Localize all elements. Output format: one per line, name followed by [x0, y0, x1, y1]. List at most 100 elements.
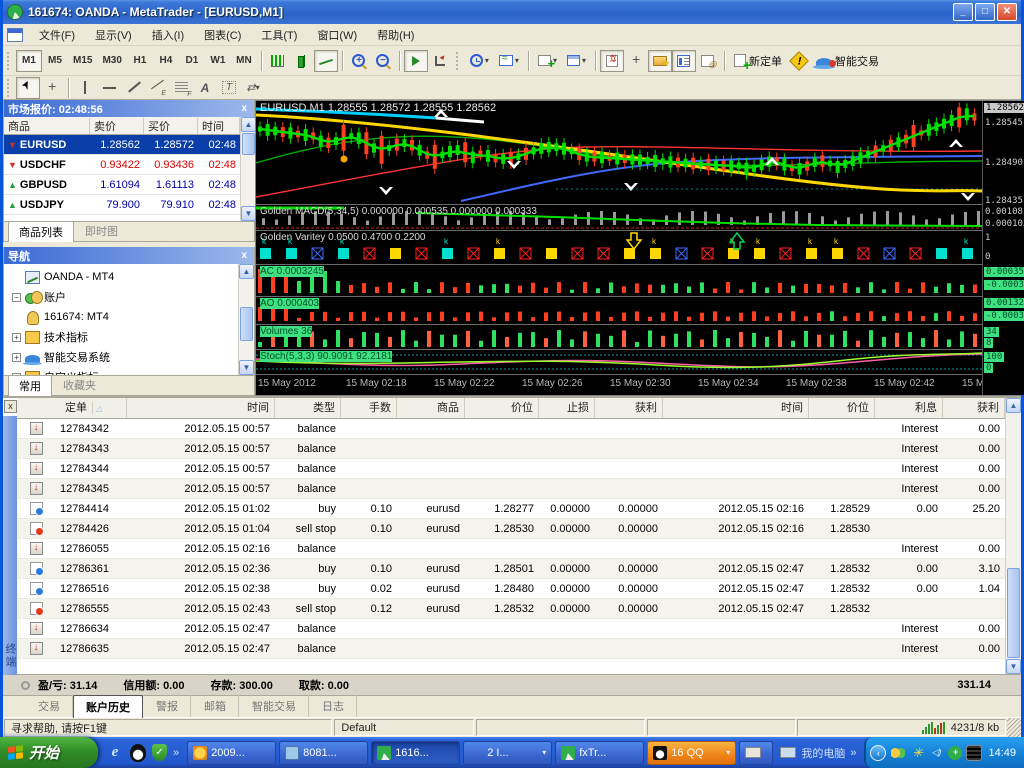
- crosshair-tool-icon[interactable]: +: [40, 77, 64, 99]
- history-row[interactable]: 12784414 2012.05.15 01:02 buy 0.10 eurus…: [17, 499, 1005, 519]
- internet-explorer-icon[interactable]: e: [106, 744, 124, 762]
- timeframe-button[interactable]: M30: [97, 50, 126, 72]
- menu-item[interactable]: 文件(F): [29, 24, 85, 46]
- scroll-down-icon[interactable]: ▼: [241, 206, 256, 221]
- resize-grip[interactable]: [1007, 718, 1021, 737]
- navigator-item[interactable]: − 账户: [8, 287, 238, 307]
- navigator-item[interactable]: + 智能交易系统: [8, 347, 238, 367]
- tick-chart-icon[interactable]: [600, 50, 624, 72]
- scroll-down-icon[interactable]: ▼: [1006, 659, 1021, 674]
- price-chart[interactable]: EURUSD,M1 1.28555 1.28572 1.28555 1.2856…: [256, 101, 982, 204]
- menu-item[interactable]: 图表(C): [194, 24, 251, 46]
- tray-collapse-icon[interactable]: ‹: [870, 745, 886, 761]
- task-button[interactable]: 1616...: [371, 741, 460, 765]
- keyboard-layout-button[interactable]: [739, 741, 773, 765]
- terminal-tab[interactable]: 账户历史: [73, 695, 143, 718]
- period-clock-icon[interactable]: ▾: [465, 50, 494, 72]
- timeframe-button[interactable]: D1: [179, 50, 205, 72]
- template-icon[interactable]: ▾: [494, 50, 524, 72]
- history-row[interactable]: 12784344 2012.05.15 00:57 balance: [17, 459, 1005, 479]
- minimize-button[interactable]: _: [953, 3, 973, 21]
- zoom-out-icon[interactable]: −: [371, 50, 395, 72]
- bar-chart-icon[interactable]: [266, 50, 290, 72]
- qq-icon[interactable]: [130, 744, 146, 762]
- market-watch-row[interactable]: ▼USDCHF 0.93422 0.93436 02:48: [4, 155, 240, 175]
- new-order-button[interactable]: 新定单: [729, 50, 787, 72]
- market-watch-scrollbar[interactable]: ▲ ▼: [240, 117, 256, 221]
- my-computer-button[interactable]: 我的电脑 »: [776, 745, 860, 761]
- market-watch-icon[interactable]: [672, 50, 696, 72]
- history-row[interactable]: 12784345 2012.05.15 00:57 balance: [17, 479, 1005, 499]
- tree-expander-icon[interactable]: +: [12, 333, 21, 342]
- navigator-tab[interactable]: 常用: [8, 375, 52, 396]
- scroll-up-icon[interactable]: ▲: [241, 117, 256, 132]
- zoom-in-icon[interactable]: +: [347, 50, 371, 72]
- channel-icon[interactable]: [145, 77, 169, 99]
- line-chart-icon[interactable]: [314, 50, 338, 72]
- navigator-close-icon[interactable]: x: [238, 250, 250, 261]
- text-label-icon[interactable]: T: [217, 77, 241, 99]
- timeframe-button[interactable]: H1: [127, 50, 153, 72]
- start-button[interactable]: 开始: [0, 737, 98, 768]
- menu-item[interactable]: 显示(V): [85, 24, 142, 46]
- toolbar-grip[interactable]: [7, 52, 12, 70]
- scroll-up-icon[interactable]: ▲: [239, 264, 254, 279]
- expert-advisor-button[interactable]: 智能交易: [811, 50, 884, 72]
- history-row[interactable]: 12786055 2012.05.15 02:16 balance: [17, 539, 1005, 559]
- fibonacci-icon[interactable]: [169, 77, 193, 99]
- time-axis[interactable]: 15 May 201215 May 02:1815 May 02:2215 Ma…: [256, 374, 982, 392]
- history-row[interactable]: 12786634 2012.05.15 02:47 balance: [17, 619, 1005, 639]
- chart-shift-icon[interactable]: [428, 50, 452, 72]
- antivirus-shield-icon[interactable]: ✓: [152, 744, 167, 761]
- text-icon[interactable]: A: [193, 77, 217, 99]
- toolbar-grip[interactable]: [456, 52, 461, 70]
- favorites-folder-icon[interactable]: [648, 50, 672, 72]
- ac-subwindow[interactable]: AC 0.0003245: [256, 264, 982, 296]
- tray-star-icon[interactable]: ✳: [910, 746, 924, 760]
- terminal-tab[interactable]: 智能交易: [239, 694, 309, 717]
- terminal-side-strip[interactable]: 终端: [3, 416, 17, 675]
- horizontal-line-icon[interactable]: [97, 77, 121, 99]
- terminal-tab[interactable]: 交易: [25, 694, 73, 717]
- tree-expander-icon[interactable]: +: [12, 353, 21, 362]
- menu-item[interactable]: 工具(T): [251, 24, 307, 46]
- market-watch-row[interactable]: ▼EURUSD 1.28562 1.28572 02:48: [4, 135, 240, 155]
- navigator-item[interactable]: 161674: MT4: [8, 307, 238, 327]
- maximize-button[interactable]: □: [975, 3, 995, 21]
- navigator-item[interactable]: OANDA - MT4: [8, 267, 238, 287]
- volumes-subwindow[interactable]: Volumes 36: [256, 324, 982, 349]
- new-chart-icon[interactable]: ▾: [533, 50, 562, 72]
- candlestick-chart-icon[interactable]: [290, 50, 314, 72]
- navigator-scrollbar[interactable]: ▲ ▼: [238, 264, 254, 375]
- timeframe-button[interactable]: H4: [153, 50, 179, 72]
- history-row[interactable]: 12786555 2012.05.15 02:43 sell stop 0.12…: [17, 599, 1005, 619]
- trendline-icon[interactable]: [121, 77, 145, 99]
- crosshair-icon[interactable]: +: [624, 50, 648, 72]
- task-button[interactable]: 8081...: [279, 741, 368, 765]
- terminal-scrollbar[interactable]: ▲ ▼: [1005, 398, 1021, 674]
- quick-launch-overflow-icon[interactable]: »: [173, 747, 179, 759]
- scroll-up-icon[interactable]: ▲: [1006, 398, 1021, 413]
- menu-item[interactable]: 插入(I): [142, 24, 194, 46]
- timeframe-button[interactable]: M15: [68, 50, 97, 72]
- varitey-subwindow[interactable]: Golden Varitey 0.0500 0.4700 0.2200 kkkk…: [256, 230, 982, 264]
- toolbar-grip[interactable]: [7, 79, 12, 97]
- market-watch-tab[interactable]: 即时图: [74, 220, 129, 241]
- menu-item[interactable]: 帮助(H): [367, 24, 424, 46]
- history-row[interactable]: 12784342 2012.05.15 00:57 balance: [17, 419, 1005, 439]
- terminal-close-icon[interactable]: x: [4, 400, 17, 413]
- alert-warning-icon[interactable]: [787, 50, 811, 72]
- menu-item[interactable]: 窗口(W): [307, 24, 367, 46]
- market-watch-row[interactable]: ▲GBPUSD 1.61094 1.61113 02:48: [4, 175, 240, 195]
- navigator-item[interactable]: + 技术指标: [8, 327, 238, 347]
- arrows-icon[interactable]: ⇄▾: [241, 77, 265, 99]
- scroll-down-icon[interactable]: ▼: [239, 360, 254, 375]
- market-watch-row[interactable]: ▲USDJPY 79.900 79.910 02:48: [4, 195, 240, 215]
- task-button[interactable]: fxTr...: [555, 741, 644, 765]
- history-row[interactable]: 12786516 2012.05.15 02:38 buy 0.02 eurus…: [17, 579, 1005, 599]
- history-row[interactable]: 12786635 2012.05.15 02:47 balance: [17, 639, 1005, 659]
- tree-expander-icon[interactable]: −: [12, 293, 21, 302]
- market-watch-close-icon[interactable]: x: [238, 103, 250, 114]
- taskbar-overflow-icon[interactable]: »: [850, 747, 856, 759]
- timeframe-button[interactable]: MN: [231, 50, 257, 72]
